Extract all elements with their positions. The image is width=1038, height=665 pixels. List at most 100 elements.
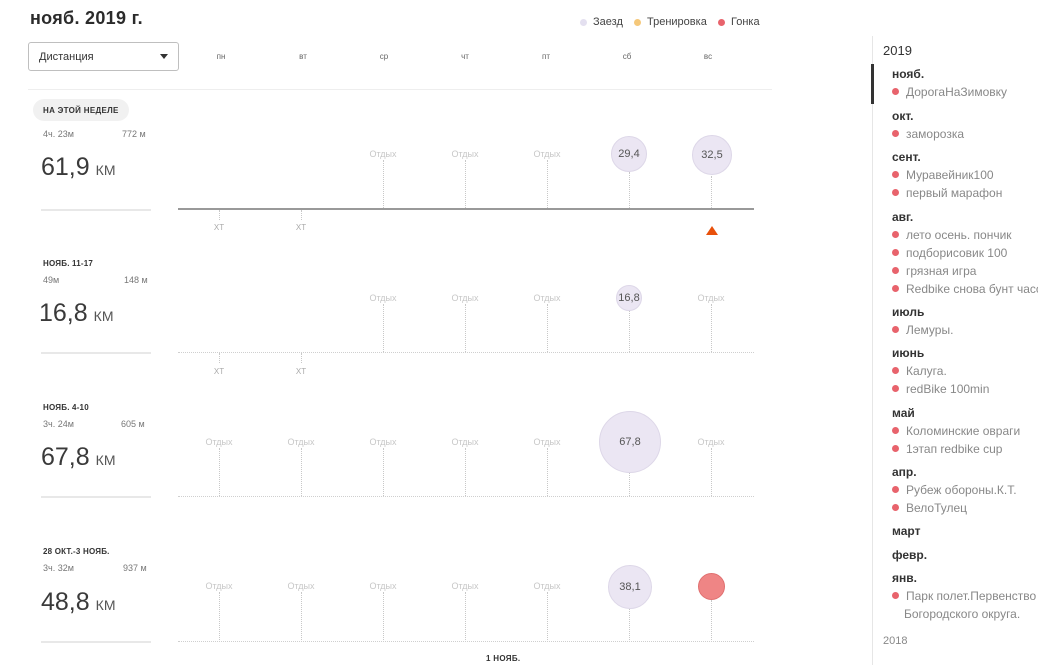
cross-training-label: ХТ [213, 223, 225, 232]
day-stem [711, 600, 712, 640]
ride-bubble[interactable]: 16,8 [616, 285, 642, 311]
race-bubble[interactable] [698, 573, 725, 600]
legend-ride: Заезд [580, 16, 623, 28]
sidebar-event[interactable]: redBike 100min [892, 382, 989, 396]
rest-day-label: Отдых [451, 149, 479, 159]
week-distance: 61,9 КМ [41, 153, 116, 182]
rest-day-label: Отдых [697, 293, 725, 303]
week-time: 4ч. 23м [43, 129, 74, 139]
day-stem [219, 353, 220, 363]
sidebar-event[interactable]: ДорогаНаЗимовку [892, 85, 1007, 99]
week-baseline [178, 641, 754, 642]
day-stem [465, 304, 466, 352]
week-label: 28 ОКТ.-3 НОЯБ. [43, 547, 110, 556]
day-stem [629, 472, 630, 496]
week-label: НОЯБ. 4-10 [43, 403, 89, 412]
cross-training-label: ХТ [295, 223, 307, 232]
week-label: НОЯБ. 11-17 [43, 259, 94, 268]
sidebar-event[interactable]: Муравейник100 [892, 168, 994, 182]
metric-select[interactable]: Дистанция [28, 42, 179, 71]
ride-bubble[interactable]: 32,5 [692, 135, 732, 175]
race-dot-icon [892, 486, 899, 494]
event-name: Парк полет.Первенство [906, 589, 1037, 603]
page-title: нояб. 2019 г. [30, 8, 143, 28]
race-dot-icon [892, 326, 899, 334]
day-stem [547, 448, 548, 496]
sidebar-month[interactable]: февр. [892, 548, 927, 562]
event-name: грязная игра [906, 264, 977, 278]
sidebar-month[interactable]: май [892, 406, 915, 420]
event-name: 1этап redbike cup [906, 442, 1003, 456]
race-dot-icon [892, 427, 899, 435]
sidebar-event[interactable]: Калуга. [892, 364, 947, 378]
rest-day-label: Отдых [369, 581, 397, 591]
race-dot-icon [892, 171, 899, 179]
race-dot-icon [892, 231, 899, 239]
sidebar-event[interactable]: Парк полет.Первенство [892, 589, 1036, 603]
cross-training-label: ХТ [213, 367, 225, 376]
rest-day-label: Отдых [451, 293, 479, 303]
sidebar-event[interactable]: лето осень. пончик [892, 228, 1012, 242]
sidebar-month[interactable]: янв. [892, 571, 917, 585]
sidebar-month[interactable]: авг. [892, 210, 913, 224]
day-stem [219, 592, 220, 640]
sidebar-year-prev[interactable]: 2018 [883, 635, 907, 647]
week-distance: 16,8 КМ [39, 299, 114, 328]
sidebar-event[interactable]: подборисовик 100 [892, 246, 1007, 260]
week-elevation: 937 м [123, 563, 147, 573]
ride-bubble[interactable]: 29,4 [611, 136, 647, 172]
sidebar-event[interactable]: первый марафон [892, 186, 1002, 200]
day-stem [383, 304, 384, 352]
sidebar-event[interactable]: грязная игра [892, 264, 976, 278]
today-marker-icon [706, 226, 718, 235]
metric-select-value: Дистанция [39, 50, 94, 63]
legend-label: Гонка [731, 16, 760, 28]
sidebar-month[interactable]: сент. [892, 150, 921, 164]
sidebar-event[interactable]: Рубеж обороны.К.Т. [892, 483, 1017, 497]
week-time: 3ч. 24м [43, 419, 74, 429]
day-stem [711, 304, 712, 352]
day-stem [465, 592, 466, 640]
day-stem [547, 304, 548, 352]
day-stem [465, 160, 466, 208]
header-divider [28, 89, 772, 90]
day-stem [711, 448, 712, 496]
week-baseline [178, 352, 754, 353]
sidebar-event-continuation[interactable]: Богородского округа. [904, 607, 1020, 621]
sidebar-year[interactable]: 2019 [883, 43, 912, 58]
ride-bubble[interactable]: 67,8 [599, 411, 661, 473]
week-divider [41, 352, 151, 354]
sidebar-month[interactable]: нояб. [892, 67, 924, 81]
sidebar-event[interactable]: Redbike снова бунт часс [892, 282, 1038, 296]
day-header: вс [703, 52, 713, 61]
event-name: Лемуры. [906, 323, 954, 337]
rest-day-label: Отдых [205, 437, 233, 447]
ride-bubble[interactable]: 38,1 [608, 565, 652, 609]
rest-day-label: Отдых [533, 581, 561, 591]
rest-day-label: Отдых [287, 581, 315, 591]
sidebar-event[interactable]: Коломинские овраги [892, 424, 1020, 438]
cross-training-label: ХТ [295, 367, 307, 376]
sidebar-month[interactable]: апр. [892, 465, 917, 479]
day-stem [301, 210, 302, 220]
day-stem [629, 172, 630, 208]
week-distance: 48,8 КМ [41, 588, 116, 617]
sidebar-month[interactable]: июнь [892, 346, 924, 360]
sidebar-month[interactable]: июль [892, 305, 924, 319]
sidebar-month[interactable]: окт. [892, 109, 914, 123]
week-divider [41, 209, 151, 211]
week-distance-value: 61,9 [41, 153, 90, 181]
sidebar-event[interactable]: Лемуры. [892, 323, 953, 337]
race-dot-icon [892, 445, 899, 453]
race-dot-icon [892, 249, 899, 257]
day-header: пн [216, 52, 226, 61]
race-dot-icon [892, 189, 899, 197]
sidebar-month[interactable]: март [892, 524, 920, 538]
sidebar-event[interactable]: ВелоТулец [892, 501, 967, 515]
event-name: ВелоТулец [906, 501, 968, 515]
ride-dot-icon [580, 18, 587, 26]
day-stem [547, 592, 548, 640]
sidebar-event[interactable]: заморозка [892, 127, 964, 141]
sidebar-event[interactable]: 1этап redbike cup [892, 442, 1002, 456]
day-stem [383, 448, 384, 496]
